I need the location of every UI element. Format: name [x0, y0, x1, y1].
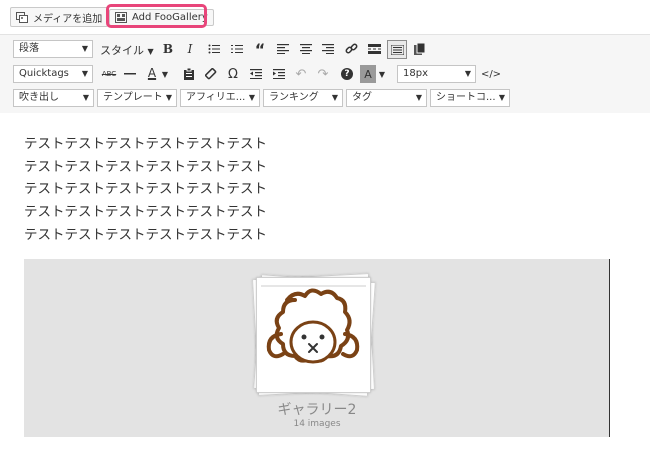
align-center-icon[interactable]: [297, 40, 315, 58]
chevron-down-icon: ▼: [82, 93, 89, 102]
format-select-value: 段落: [19, 43, 39, 54]
bold-button[interactable]: B: [159, 40, 177, 58]
link-icon[interactable]: [342, 40, 360, 58]
select-value: テンプレート: [103, 92, 163, 103]
gallery-image-count: 14 images: [293, 419, 341, 429]
style-select-value: スタイル: [100, 44, 144, 57]
chevron-down-icon[interactable]: ▼: [377, 65, 387, 83]
style-select[interactable]: スタイル ▼: [100, 42, 154, 58]
add-media-button[interactable]: メディアを追加: [10, 7, 109, 27]
quicktags-select-value: Quicktags: [19, 68, 69, 79]
select-value: ショートコ...: [436, 92, 496, 103]
affiliate-select[interactable]: アフィリエ... ▼: [180, 89, 260, 107]
media-buttons-bar: メディアを追加 Add FooGallery: [0, 0, 650, 30]
ranking-select[interactable]: ランキング ▼: [263, 89, 343, 107]
help-glyph: ?: [341, 68, 353, 80]
eraser-icon[interactable]: [202, 65, 220, 83]
align-right-icon[interactable]: [319, 40, 337, 58]
read-more-icon[interactable]: [365, 40, 383, 58]
strikethrough-button[interactable]: ABC: [100, 65, 118, 83]
chevron-down-icon[interactable]: ▼: [160, 65, 170, 83]
font-size-select[interactable]: 18px ▼: [397, 65, 476, 83]
shortcode-select[interactable]: ショートコ... ▼: [430, 89, 510, 107]
chevron-down-icon: ▼: [147, 47, 154, 56]
paste-text-icon[interactable]: [180, 65, 198, 83]
editor-content[interactable]: テストテストテストテストテストテスト テストテストテストテストテストテスト テス…: [0, 113, 650, 459]
chevron-down-icon: ▼: [498, 93, 505, 102]
media-icon: [16, 11, 28, 23]
quicktags-select[interactable]: Quicktags ▼: [13, 65, 93, 83]
bullet-list-icon[interactable]: [205, 40, 223, 58]
text-color-button[interactable]: A: [143, 64, 161, 82]
help-icon[interactable]: ?: [338, 65, 356, 83]
paragraph[interactable]: テストテストテストテストテストテスト: [24, 200, 267, 220]
paragraph[interactable]: テストテストテストテストテストテスト: [24, 177, 267, 197]
fullscreen-icon[interactable]: [410, 40, 428, 58]
code-icon[interactable]: </>: [481, 65, 501, 83]
italic-button[interactable]: I: [181, 40, 199, 58]
add-media-label: メディアを追加: [33, 13, 103, 25]
foogallery-block[interactable]: ギャラリー2 14 images: [24, 259, 610, 437]
select-value: アフィリエ...: [186, 92, 246, 103]
select-value: ランキング: [269, 92, 319, 103]
chevron-down-icon: ▼: [464, 69, 471, 78]
chevron-down-icon: ▼: [415, 93, 422, 102]
highlight-frame: [106, 4, 207, 28]
background-color-button[interactable]: A: [360, 65, 376, 83]
gallery-title: ギャラリー2: [277, 402, 357, 418]
redo-icon[interactable]: ↷: [314, 65, 332, 83]
toolbar-toggle-icon[interactable]: [387, 40, 407, 59]
chevron-down-icon: ▼: [81, 69, 88, 78]
select-value: タグ: [352, 92, 372, 103]
numbered-list-icon[interactable]: [228, 40, 246, 58]
outdent-icon[interactable]: [247, 65, 265, 83]
sheep-illustration: [257, 278, 370, 392]
paragraph[interactable]: テストテストテストテストテストテスト: [24, 155, 267, 175]
gallery-thumbnail: [256, 277, 371, 393]
paragraph[interactable]: テストテストテストテストテストテスト: [24, 132, 267, 152]
fukidashi-select[interactable]: 吹き出し ▼: [13, 89, 94, 107]
chevron-down-icon: ▼: [81, 44, 88, 53]
template-select[interactable]: テンプレート ▼: [97, 89, 177, 107]
chevron-down-icon: ▼: [248, 93, 255, 102]
indent-icon[interactable]: [270, 65, 288, 83]
select-value: 吹き出し: [19, 92, 59, 103]
paragraph[interactable]: テストテストテストテストテストテスト: [24, 223, 267, 243]
editor-toolbar: 段落 ▼ スタイル ▼ B I “ Quicktags ▼ ABC A ▼ Ω …: [0, 34, 650, 114]
tag-select[interactable]: タグ ▼: [346, 89, 427, 107]
blockquote-button[interactable]: “: [251, 40, 269, 59]
chevron-down-icon: ▼: [165, 93, 172, 102]
special-character-button[interactable]: Ω: [224, 65, 242, 83]
format-select[interactable]: 段落 ▼: [13, 40, 93, 58]
chevron-down-icon: ▼: [331, 93, 338, 102]
align-left-icon[interactable]: [274, 40, 292, 58]
font-size-value: 18px: [403, 68, 428, 79]
horizontal-line-icon[interactable]: [121, 65, 139, 83]
undo-icon[interactable]: ↶: [292, 65, 310, 83]
